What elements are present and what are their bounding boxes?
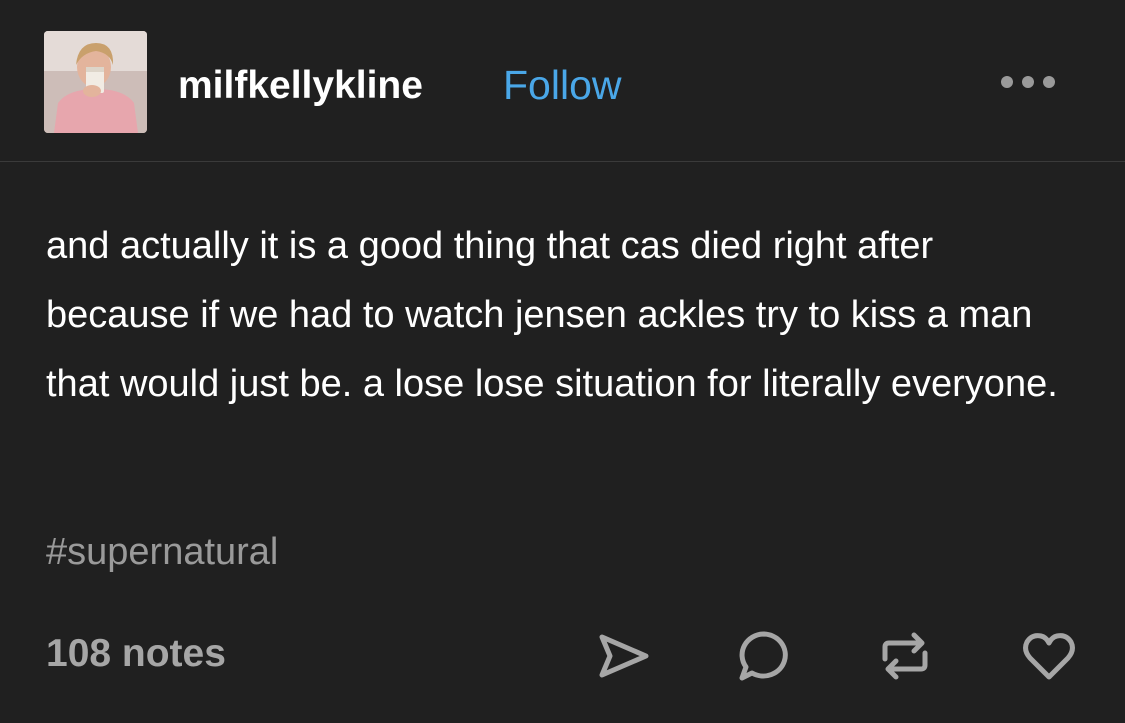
reblog-icon[interactable]	[874, 625, 936, 687]
more-options-icon[interactable]	[997, 68, 1059, 96]
post-header: milfkellykline Follow	[0, 0, 1125, 162]
avatar-image	[44, 31, 147, 133]
notes-count[interactable]: 108 notes	[46, 629, 226, 679]
share-icon[interactable]	[592, 625, 654, 687]
tag-link[interactable]: #supernatural	[46, 527, 278, 577]
heart-icon[interactable]	[1018, 625, 1080, 687]
tumblr-post: milfkellykline Follow and actually it is…	[0, 0, 1125, 723]
post-body: and actually it is a good thing that cas…	[46, 225, 1058, 405]
avatar[interactable]	[44, 31, 147, 133]
follow-button[interactable]: Follow	[503, 60, 621, 110]
reply-icon[interactable]	[733, 625, 795, 687]
username[interactable]: milfkellykline	[178, 62, 423, 110]
